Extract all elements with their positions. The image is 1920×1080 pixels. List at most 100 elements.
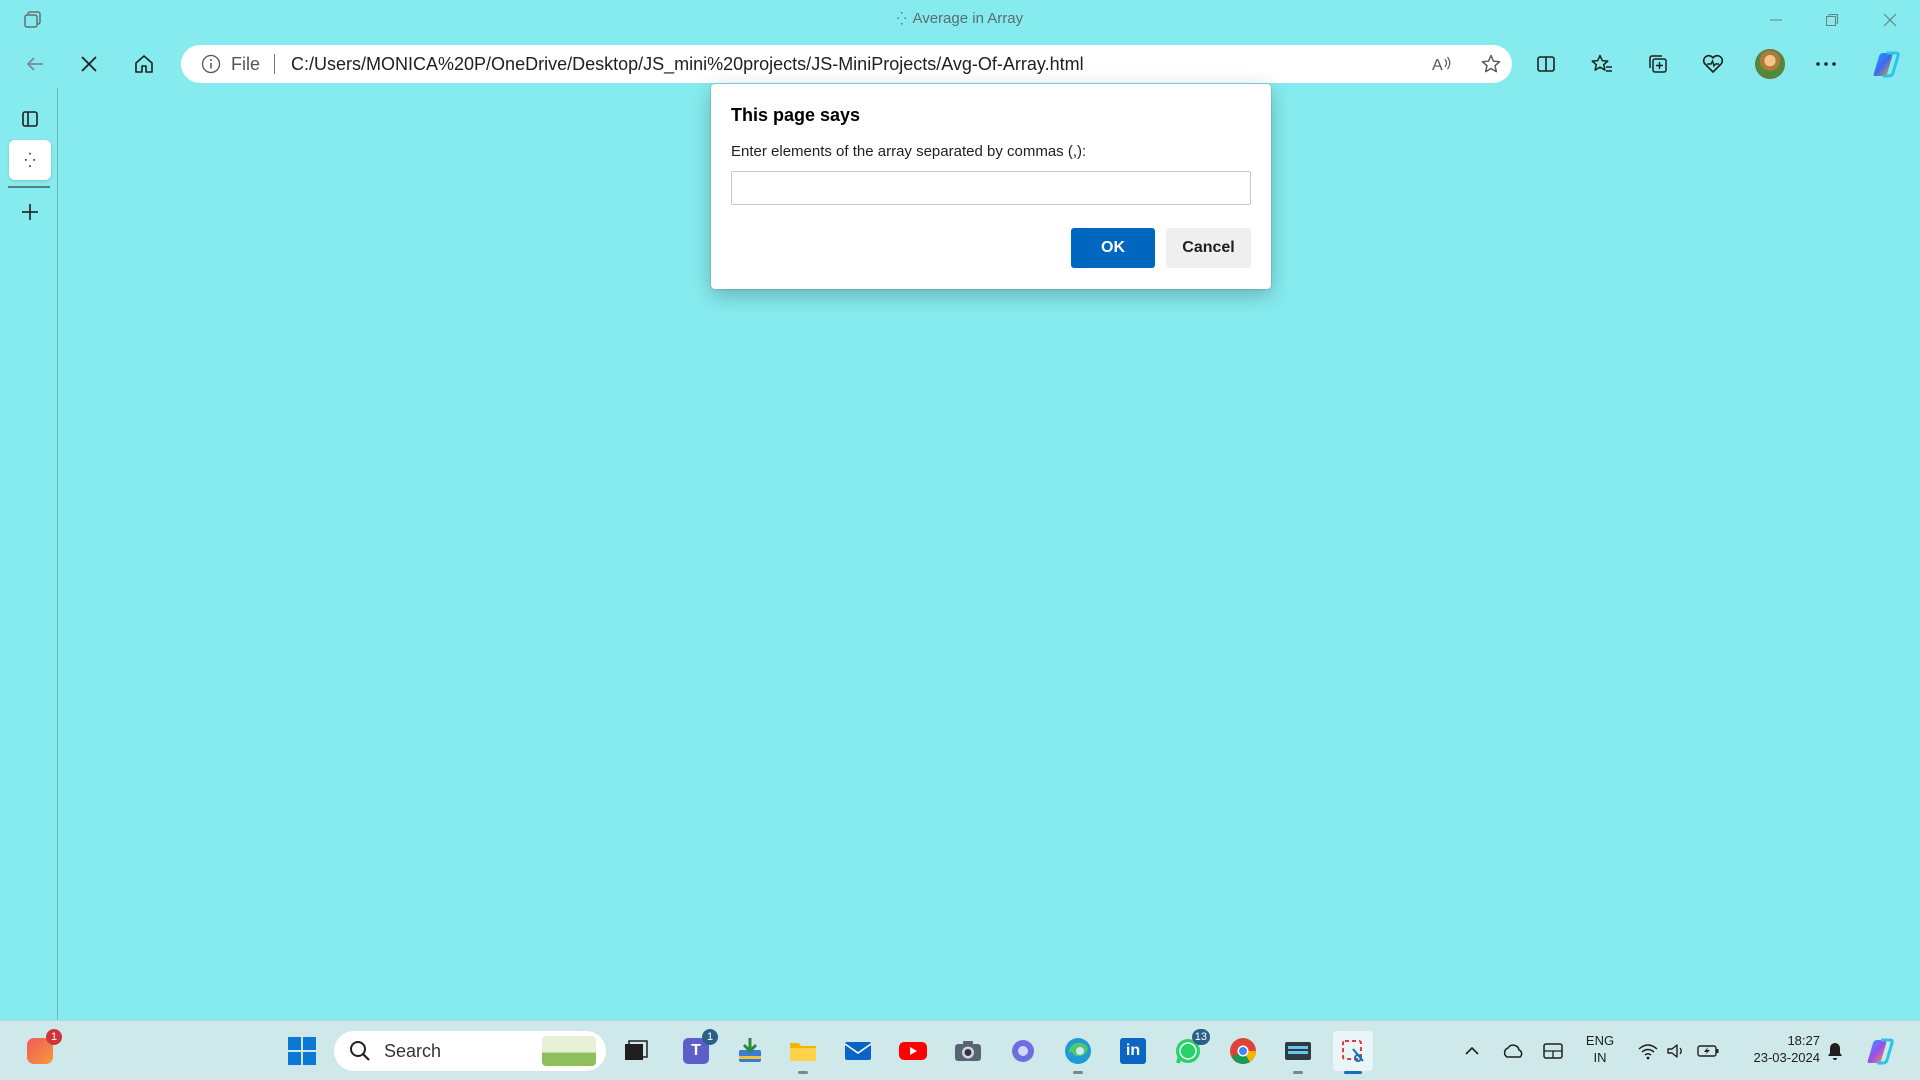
back-arrow-icon	[26, 57, 43, 71]
home-button[interactable]	[124, 44, 164, 84]
new-tab-icon	[22, 204, 38, 220]
onedrive-button[interactable]	[1493, 1031, 1533, 1071]
youtube-app[interactable]	[893, 1031, 933, 1071]
collections-button[interactable]	[1638, 44, 1678, 84]
address-separator	[274, 54, 276, 74]
address-bar[interactable]: File C:/Users/MONICA%20P/OneDrive/Deskto…	[181, 45, 1512, 83]
read-aloud-button[interactable]: A	[1422, 45, 1462, 83]
language-indicator[interactable]: ENG IN	[1576, 1032, 1624, 1066]
tray-app-button[interactable]	[1533, 1031, 1573, 1071]
ok-button[interactable]: OK	[1071, 228, 1155, 268]
address-url[interactable]: C:/Users/MONICA%20P/OneDrive/Desktop/JS_…	[291, 54, 1084, 75]
split-screen-button[interactable]	[1526, 44, 1566, 84]
info-icon[interactable]	[201, 54, 221, 74]
vertical-tab-sidebar: ⁛	[0, 88, 58, 1020]
prompt-dialog: This page says Enter elements of the arr…	[711, 84, 1271, 289]
windows-start-icon	[288, 1037, 316, 1065]
array-input-field[interactable]	[731, 171, 1251, 205]
favorites-icon	[1591, 54, 1612, 72]
bell-icon	[1828, 1043, 1842, 1060]
copilot-preview-icon	[1867, 1038, 1894, 1065]
more-options-icon	[1816, 62, 1836, 66]
favorites-button[interactable]	[1582, 44, 1622, 84]
chrome-app[interactable]	[1223, 1031, 1263, 1071]
window-title-text: Average in Array	[912, 10, 1024, 27]
battery-status[interactable]	[1688, 1031, 1728, 1071]
taskbar-search-box[interactable]: Search	[334, 1031, 606, 1071]
onedrive-cloud-icon	[1503, 1044, 1523, 1058]
more-options-button[interactable]	[1806, 44, 1846, 84]
teams-app[interactable]: T 1	[676, 1029, 718, 1071]
folder-icon	[790, 1043, 816, 1061]
new-tab-button[interactable]	[9, 192, 51, 232]
mail-app[interactable]	[838, 1031, 878, 1071]
tab-actions-icon	[22, 111, 38, 127]
stop-loading-button[interactable]	[69, 44, 109, 84]
address-scheme-label: File	[231, 53, 261, 74]
close-icon	[1883, 13, 1897, 27]
svg-text:A: A	[1432, 57, 1443, 74]
clock-time: 18:27	[1787, 1033, 1820, 1048]
youtube-icon	[899, 1042, 927, 1060]
clock-date: 23-03-2024	[1753, 1050, 1821, 1065]
tray-window-icon	[1543, 1043, 1563, 1059]
chevron-up-icon	[1465, 1046, 1479, 1055]
edge-icon	[1065, 1038, 1091, 1064]
profile-avatar	[1755, 49, 1785, 79]
add-favorite-button[interactable]	[1471, 45, 1511, 83]
region-code: IN	[1593, 1050, 1607, 1065]
copilot-taskbar-app[interactable]	[1003, 1031, 1043, 1071]
touch-keyboard-app[interactable]	[1278, 1031, 1318, 1074]
language-code: ENG	[1585, 1033, 1615, 1048]
home-icon	[135, 55, 153, 73]
loop-app-icon	[1012, 1040, 1034, 1062]
read-aloud-icon: A	[1432, 56, 1451, 74]
linkedin-icon: in	[1120, 1038, 1146, 1064]
browser-essentials-button[interactable]	[1693, 44, 1733, 84]
dialog-title: This page says	[731, 105, 861, 125]
collections-icon	[1649, 55, 1667, 73]
back-button[interactable]	[15, 44, 55, 84]
browser-window: ⁛ Average in Array File C:/Users/MONICA%…	[0, 0, 1920, 1020]
restore-button[interactable]	[1804, 4, 1860, 36]
cancel-button[interactable]: Cancel	[1166, 228, 1251, 268]
window-title: ⁛ Average in Array	[0, 10, 1920, 27]
linkedin-app[interactable]: in	[1113, 1031, 1153, 1071]
keyboard-icon	[1285, 1042, 1311, 1060]
browser-essentials-icon	[1702, 54, 1724, 73]
volume-icon	[1667, 1044, 1682, 1058]
tab-actions-menu-button[interactable]	[9, 99, 51, 139]
minimize-button[interactable]	[1748, 4, 1804, 36]
snipping-tool-app[interactable]	[1333, 1031, 1373, 1074]
close-window-button[interactable]	[1862, 4, 1918, 36]
show-hidden-icons-button[interactable]	[1452, 1031, 1492, 1071]
copilot-button[interactable]	[1866, 44, 1906, 84]
taskbar: 1 Search T 1 in 13 ENG IN 18:27 23-03-20…	[0, 1020, 1920, 1080]
loading-spinner-icon: ⁛	[896, 12, 907, 26]
camera-app[interactable]	[948, 1031, 988, 1071]
profile-button[interactable]	[1750, 44, 1790, 84]
copilot-preview-button[interactable]	[1860, 1031, 1900, 1071]
file-explorer-app[interactable]	[783, 1031, 823, 1074]
mail-icon	[844, 1042, 872, 1060]
app-installer-icon	[739, 1038, 761, 1062]
task-view-button[interactable]	[616, 1031, 656, 1071]
widgets-badge: 1	[46, 1029, 62, 1045]
minimize-icon	[1770, 19, 1782, 21]
teams-badge: 1	[702, 1029, 718, 1045]
task-view-icon	[625, 1040, 648, 1060]
tab-average-in-array[interactable]: ⁛	[9, 140, 51, 180]
battery-charging-icon	[1697, 1045, 1719, 1057]
widgets-button[interactable]: 1	[20, 1029, 62, 1071]
whatsapp-badge: 13	[1191, 1029, 1210, 1045]
edge-app[interactable]	[1058, 1031, 1098, 1074]
stop-loading-icon	[81, 56, 97, 72]
app-installer-app[interactable]	[730, 1031, 770, 1071]
start-button[interactable]	[282, 1031, 322, 1071]
notifications-button[interactable]	[1817, 1031, 1853, 1071]
sidebar-divider	[8, 186, 50, 188]
whatsapp-app[interactable]: 13	[1168, 1029, 1210, 1071]
clock[interactable]: 18:27 23-03-2024	[1734, 1032, 1821, 1066]
chrome-icon	[1230, 1038, 1257, 1064]
search-icon	[350, 1041, 370, 1061]
